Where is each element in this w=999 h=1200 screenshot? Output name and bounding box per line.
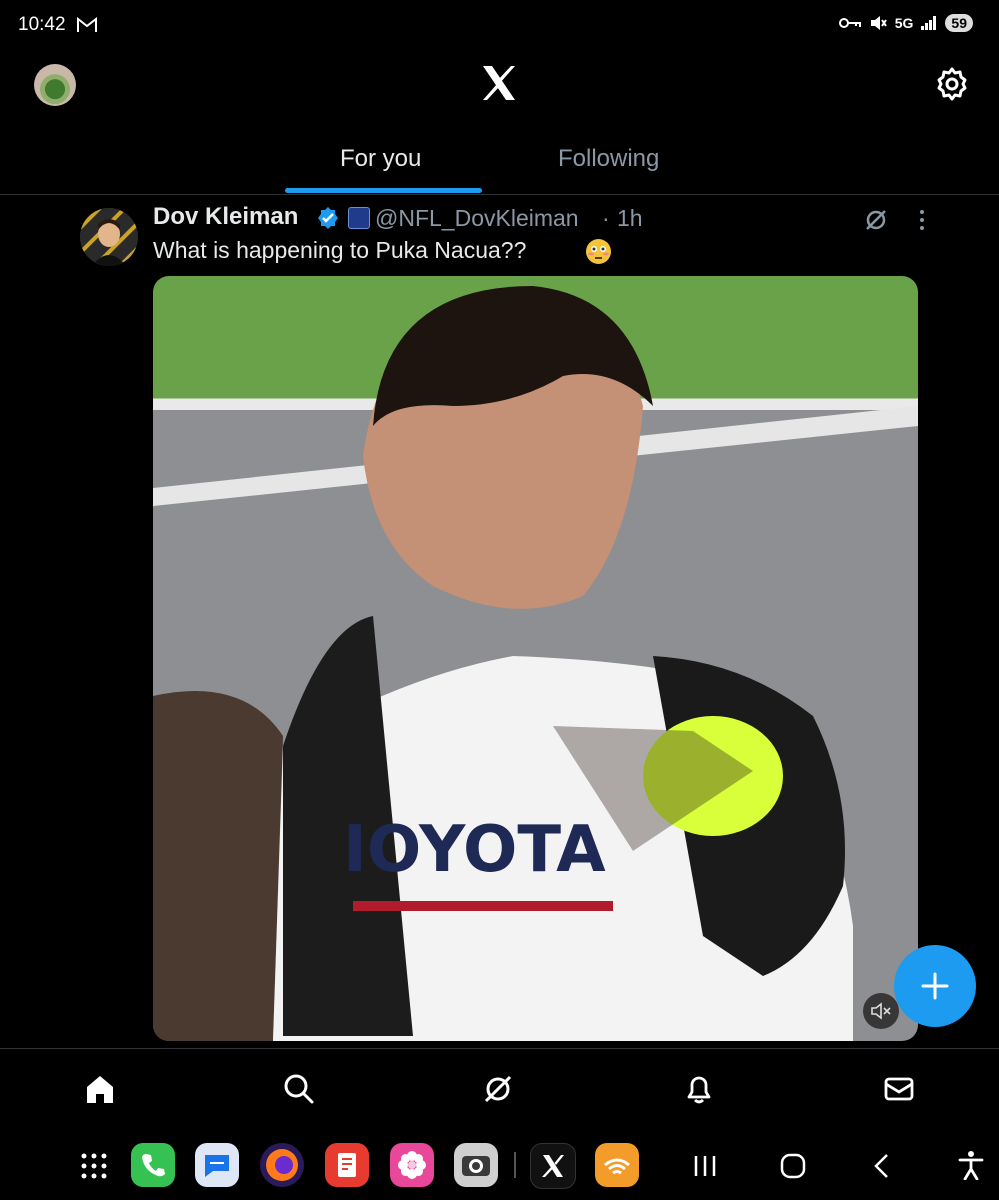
tab-following[interactable]: Following [558,145,659,173]
affiliate-badge-icon [348,207,370,229]
signal-icon [921,16,937,30]
tab-for-you[interactable]: For you [340,145,421,173]
status-indicators: 5G 59 [838,14,973,32]
author-avatar-image [80,208,138,266]
active-tab-indicator [285,188,482,193]
notes-app-icon[interactable] [325,1143,369,1187]
notifications-bell-icon[interactable] [683,1073,715,1105]
back-icon[interactable] [870,1152,892,1180]
verified-badge-icon [318,207,338,229]
grok-nav-icon[interactable] [482,1073,514,1105]
more-options-icon[interactable] [916,208,928,232]
post-author-name[interactable]: Dov Kleiman [153,203,298,231]
messages-envelope-icon[interactable] [883,1073,915,1105]
search-icon[interactable] [283,1073,315,1105]
flushed-face-emoji [586,239,611,264]
accessibility-icon[interactable] [957,1150,985,1180]
video-frame: IOYOTA [153,286,918,1041]
tabs-divider [0,194,999,195]
jersey-sponsor-text: IOYOTA [343,813,606,887]
bottom-nav-divider [0,1048,999,1049]
messages-app-icon[interactable] [195,1143,239,1187]
home-icon[interactable] [84,1073,116,1105]
settings-gear-icon[interactable] [934,66,970,102]
camera-app-icon[interactable] [454,1143,498,1187]
grok-icon[interactable] [864,208,888,232]
compose-post-button[interactable] [894,945,976,1027]
firefox-app-icon[interactable] [260,1143,304,1187]
gmail-notification-icon [77,17,97,32]
key-icon [838,18,861,28]
post-author-handle[interactable]: @NFL_DovKleiman [375,205,579,232]
post-author-avatar[interactable] [80,208,138,266]
post-text: What is happening to Puka Nacua?? [153,237,527,263]
battery-indicator: 59 [945,14,973,32]
dock-divider [514,1152,516,1178]
plus-icon [921,972,949,1000]
post-timestamp[interactable]: 1h [617,205,643,232]
recents-icon[interactable] [692,1153,718,1179]
phone-app-icon[interactable] [131,1143,175,1187]
post-meta-separator: · [602,205,610,231]
apps-grid-icon[interactable] [80,1152,108,1180]
x-app-icon[interactable] [530,1143,576,1189]
mute-status-icon [870,16,887,30]
post-video[interactable]: IOYOTA [153,276,918,1041]
network-label: 5G [894,15,914,31]
audible-app-icon[interactable] [595,1143,639,1187]
profile-avatar[interactable] [34,64,76,106]
status-time: 10:42 [18,14,66,35]
home-button-icon[interactable] [779,1152,807,1180]
gallery-app-icon[interactable] [390,1143,434,1187]
x-logo-icon [483,66,515,100]
